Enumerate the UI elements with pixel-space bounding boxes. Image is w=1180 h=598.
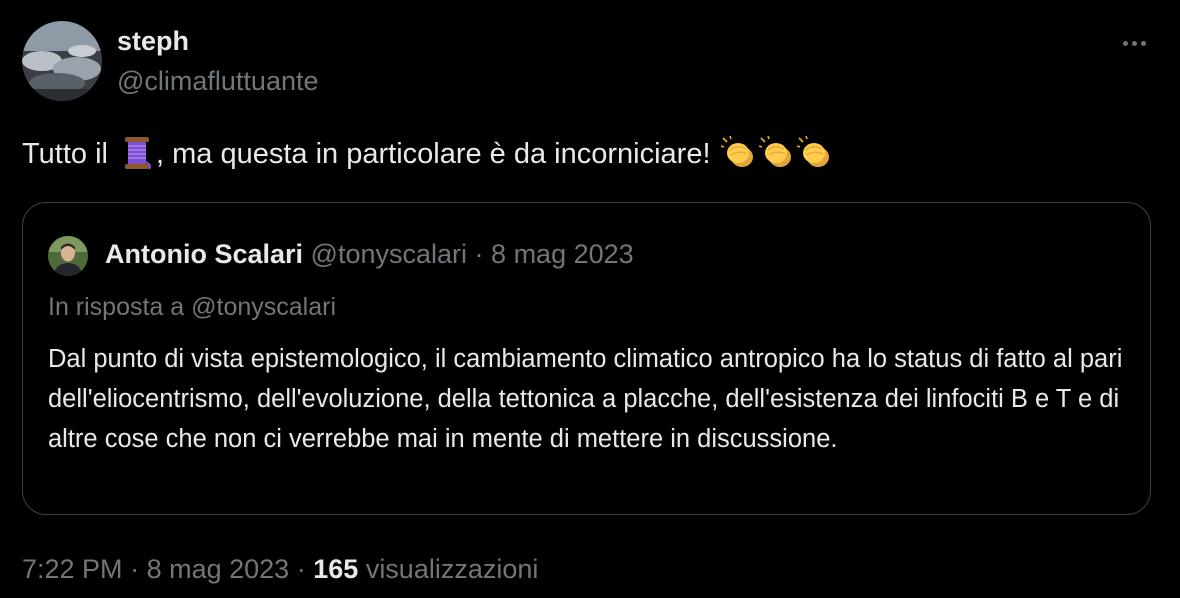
tweet-text: Tutto il , ma questa in particolare è da… [22,134,1142,174]
footer-separator: · [130,554,140,584]
tweet-footer: 7:22 PM · 8 mag 2023 · 165 visualizzazio… [22,554,538,585]
quote-text: Dal punto di vista epistemologico, il ca… [48,345,1123,453]
more-options-button[interactable] [1112,28,1156,58]
tweet-text-before: Tutto il [22,138,117,170]
quote-header: Antonio Scalari @tonyscalari · 8 mag 202… [105,239,634,270]
quote-avatar-image [48,236,88,276]
quote-separator: · [474,239,484,269]
thread-spool-icon [122,136,152,170]
views-count: 165 [313,554,359,584]
quote-author-avatar[interactable] [48,236,88,276]
quote-author-display-name[interactable]: Antonio Scalari [105,239,303,269]
quote-author-handle[interactable]: @tonyscalari [311,239,467,269]
tweet-date[interactable]: 8 mag 2023 [147,554,290,584]
clapping-hands-icon [758,136,795,170]
author-avatar[interactable] [22,21,102,101]
more-options-icon-dot [1131,40,1137,46]
quote-reply-context: In risposta a @tonyscalari [48,293,337,321]
views-label: visualizzazioni [365,554,539,584]
author-display-name[interactable]: steph [117,26,189,57]
clapping-hands-icon [796,136,833,170]
author-handle[interactable]: @climafluttuante [117,66,319,97]
clapping-hands-icon [720,136,757,170]
quoted-tweet-card[interactable]: Antonio Scalari @tonyscalari · 8 mag 202… [22,202,1151,515]
footer-separator-2: · [296,554,306,584]
tweet-timestamp[interactable]: 7:22 PM [22,554,123,584]
more-options-icon [1122,40,1128,46]
avatar-image [22,21,102,101]
quote-date[interactable]: 8 mag 2023 [491,239,634,269]
tweet-text-after: , ma questa in particolare è da incornic… [156,138,719,170]
more-options-icon-dot [1140,40,1146,46]
